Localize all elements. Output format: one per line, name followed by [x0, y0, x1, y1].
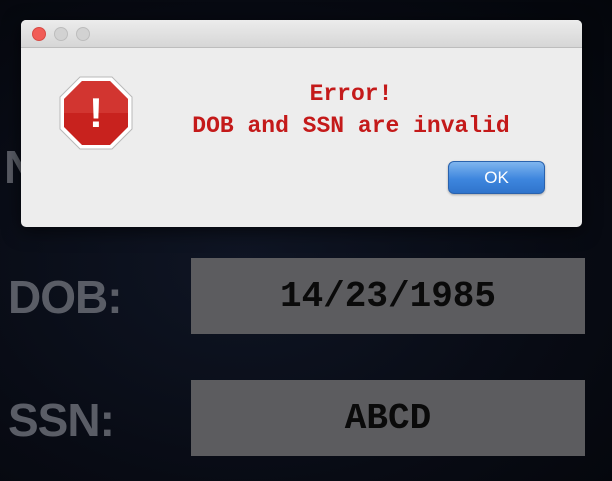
close-window-button[interactable] — [32, 27, 46, 41]
dob-field[interactable]: 14/23/1985 — [191, 258, 585, 334]
ssn-field[interactable]: ABCD — [191, 380, 585, 456]
error-dialog: ! Error! DOB and SSN are invalid OK — [21, 20, 582, 227]
ok-button[interactable]: OK — [448, 161, 545, 194]
stop-alert-icon: ! — [59, 76, 133, 150]
exclamation-glyph: ! — [89, 89, 103, 136]
minimize-window-button[interactable] — [54, 27, 68, 41]
ssn-label: SSN: — [8, 394, 115, 446]
dob-label: DOB: — [8, 271, 123, 323]
error-message: DOB and SSN are invalid — [192, 113, 510, 139]
zoom-window-button[interactable] — [76, 27, 90, 41]
dialog-titlebar — [21, 20, 582, 48]
error-title: Error! — [309, 81, 393, 107]
